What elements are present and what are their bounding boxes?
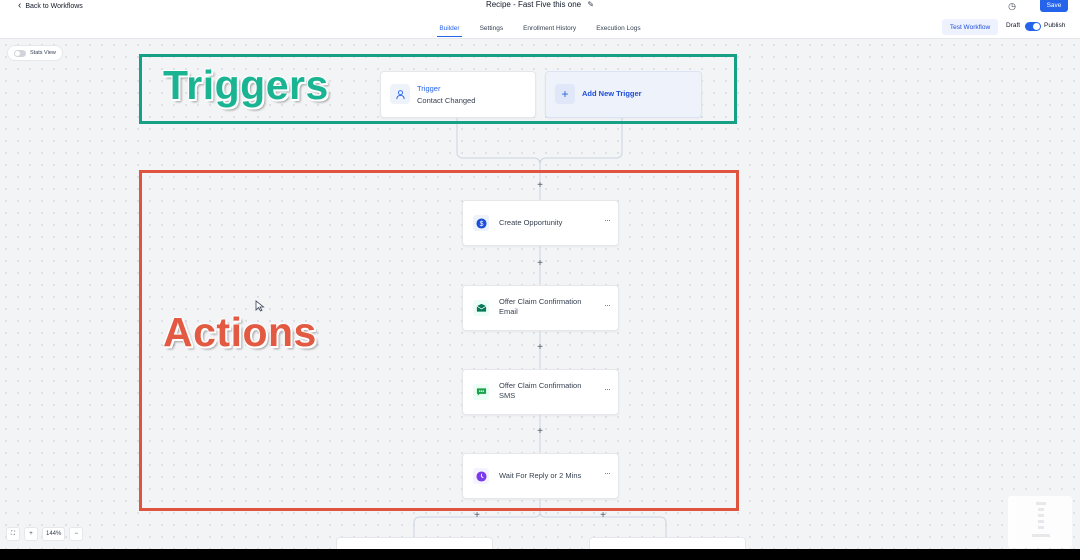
mouse-pointer-icon	[255, 300, 265, 312]
more-options-icon[interactable]: ···	[604, 215, 611, 225]
action-card-create-opportunity[interactable]: $ Create Opportunity ···	[462, 200, 619, 246]
action-card-wait[interactable]: Wait For Reply or 2 Mins ···	[462, 453, 619, 499]
zoom-level: 144%	[42, 527, 66, 541]
zoom-in-button[interactable]: +	[24, 527, 38, 541]
dollar-icon: $	[473, 215, 489, 231]
fit-view-icon[interactable]: ⛶	[6, 527, 20, 541]
triggers-overlay-label: Triggers	[163, 62, 329, 108]
actions-overlay-label: Actions	[163, 309, 317, 355]
clock-icon	[473, 468, 489, 484]
plus-icon: +	[555, 84, 575, 104]
add-action-plus-icon[interactable]: +	[535, 181, 545, 191]
add-action-plus-icon[interactable]: +	[535, 343, 545, 353]
svg-text:$: $	[479, 220, 483, 227]
zoom-controls: ⛶ + 144% −	[6, 527, 84, 541]
trigger-subtitle: Contact Changed	[417, 96, 476, 105]
minimap-preview	[1032, 502, 1050, 537]
contact-icon	[390, 84, 410, 104]
add-action-plus-icon[interactable]: +	[535, 259, 545, 269]
action-label: Offer Claim Confirmation Email	[499, 297, 582, 316]
zoom-out-button[interactable]: −	[69, 527, 84, 541]
sms-icon	[473, 384, 489, 400]
action-card-email[interactable]: Offer Claim Confirmation Email ···	[462, 285, 619, 331]
bottom-black-bar	[0, 549, 1080, 560]
action-label: Create Opportunity	[499, 218, 563, 227]
more-options-icon[interactable]: ···	[604, 468, 611, 478]
action-label: Offer Claim Confirmation SMS	[499, 381, 582, 400]
minimap[interactable]	[1008, 496, 1072, 548]
add-branch-plus-icon[interactable]: +	[472, 511, 482, 521]
action-label: Wait For Reply or 2 Mins	[499, 471, 582, 480]
more-options-icon[interactable]: ···	[604, 300, 611, 310]
add-new-trigger-button[interactable]: + Add New Trigger	[545, 71, 702, 118]
add-action-plus-icon[interactable]: +	[535, 427, 545, 437]
trigger-card[interactable]: Trigger Contact Changed	[380, 71, 536, 118]
add-branch-plus-icon[interactable]: +	[598, 511, 608, 521]
action-card-sms[interactable]: Offer Claim Confirmation SMS ···	[462, 369, 619, 415]
add-trigger-label: Add New Trigger	[582, 89, 642, 98]
trigger-title: Trigger	[417, 84, 441, 93]
envelope-icon	[473, 300, 489, 316]
more-options-icon[interactable]: ···	[604, 384, 611, 394]
